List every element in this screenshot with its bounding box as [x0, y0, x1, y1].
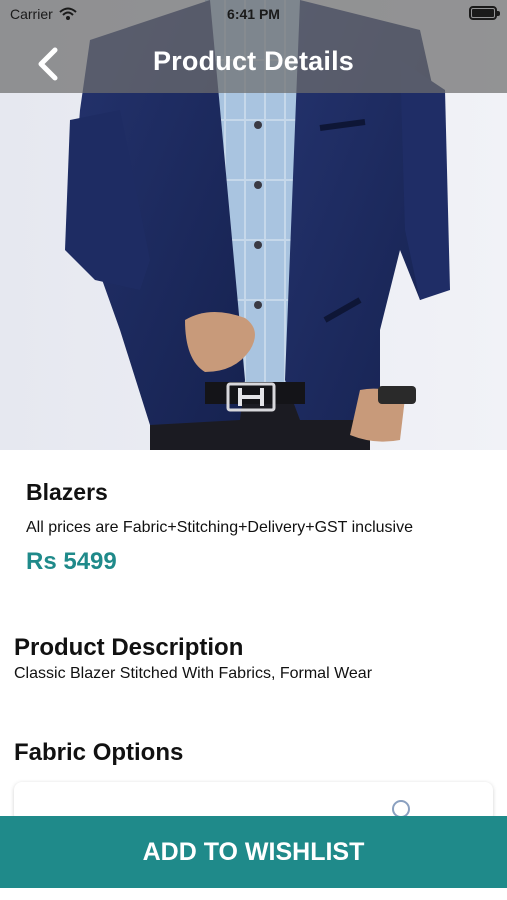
page-title: Product Details: [152, 46, 355, 76]
battery-icon: [469, 6, 500, 20]
price-note: All prices are Fabric+Stitching+Delivery…: [26, 519, 413, 536]
status-bar: Carrier 6:41 PM: [0, 0, 507, 28]
fabric-options-heading: Fabric Options: [14, 739, 184, 766]
status-time: 6:41 PM: [227, 6, 280, 22]
bottom-safe-area: [0, 888, 507, 900]
add-to-wishlist-button[interactable]: ADD TO WISHLIST: [0, 816, 507, 888]
description-heading: Product Description: [14, 634, 244, 661]
description-text: Classic Blazer Stitched With Fabrics, Fo…: [14, 665, 373, 682]
product-price: Rs 5499: [26, 548, 117, 575]
product-name: Blazers: [26, 479, 108, 505]
